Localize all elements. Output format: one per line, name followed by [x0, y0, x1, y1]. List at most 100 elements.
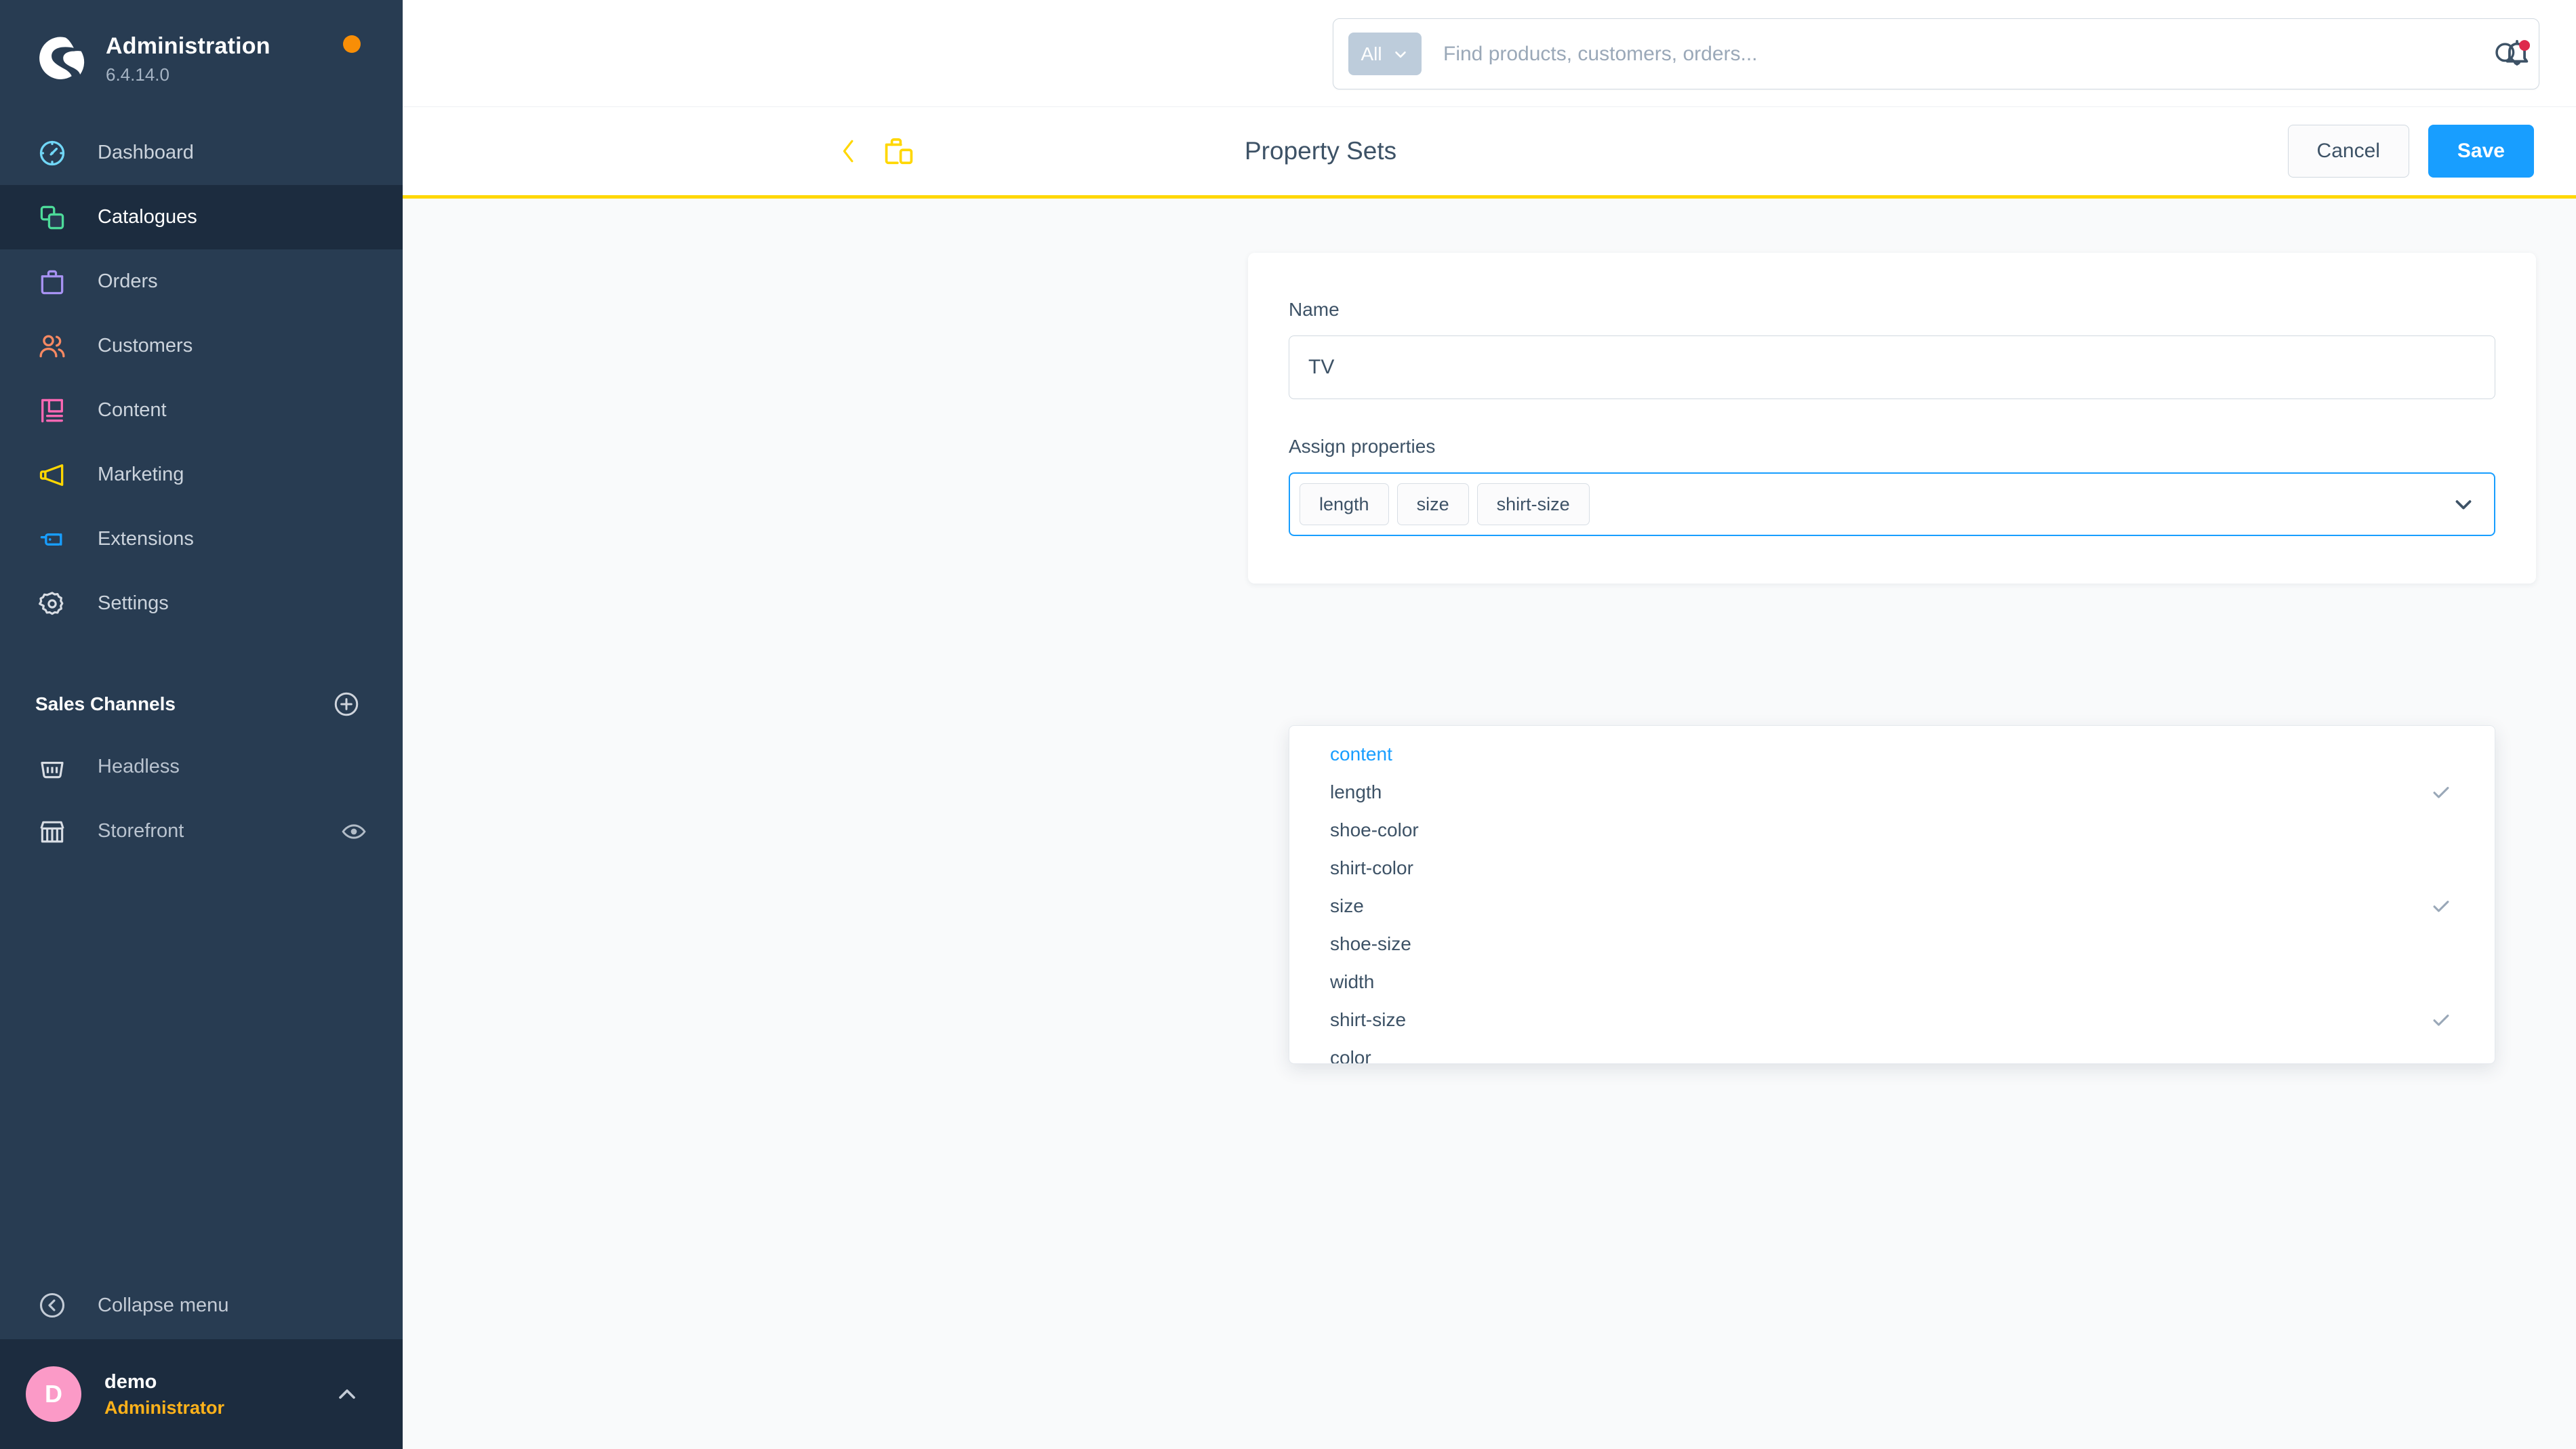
- sidebar-item-content[interactable]: Content: [0, 378, 403, 443]
- dropdown-option-label: shirt-color: [1330, 857, 1413, 878]
- smart-bar: Property Sets Cancel Save: [403, 107, 2576, 199]
- content-icon: [35, 394, 69, 428]
- property-set-card: Name Assign properties length size shirt…: [1248, 253, 2536, 584]
- name-input[interactable]: [1289, 335, 2495, 399]
- collapse-chevron-left-circle-icon: [35, 1288, 69, 1322]
- back-chevron-left-icon[interactable]: [835, 136, 862, 167]
- extensions-icon: [35, 523, 69, 556]
- add-sales-channel-icon[interactable]: [332, 690, 361, 718]
- search-box[interactable]: All: [1333, 18, 2539, 89]
- dropdown-option-color[interactable]: color: [1289, 1039, 2495, 1064]
- sidebar-header: Administration 6.4.14.0: [0, 0, 403, 108]
- sales-channel-headless[interactable]: Headless: [0, 735, 403, 799]
- catalogues-icon: [35, 201, 69, 234]
- sales-channel-label: Headless: [98, 756, 180, 777]
- selected-tag[interactable]: shirt-size: [1476, 483, 1590, 525]
- sales-channel-storefront[interactable]: Storefront: [0, 799, 403, 863]
- sidebar-item-label: Extensions: [98, 528, 194, 550]
- sidebar-item-label: Orders: [98, 270, 158, 292]
- shopware-logo-icon: [33, 31, 85, 84]
- chevron-down-icon[interactable]: [2451, 491, 2476, 517]
- sidebar-item-orders[interactable]: Orders: [0, 249, 403, 314]
- collapse-menu-button[interactable]: Collapse menu: [0, 1271, 403, 1339]
- search-scope-label: All: [1361, 43, 1382, 64]
- user-profile-menu[interactable]: D demo Administrator: [0, 1339, 403, 1449]
- sidebar-item-label: Content: [98, 399, 167, 421]
- dropdown-option-label: shoe-size: [1330, 933, 1411, 954]
- collapse-menu-label: Collapse menu: [98, 1294, 229, 1316]
- sidebar-item-label: Dashboard: [98, 142, 194, 163]
- sidebar: Administration 6.4.14.0 Dashboard Catalo…: [0, 0, 403, 1449]
- chevron-up-icon[interactable]: [334, 1381, 361, 1408]
- chevron-down-icon: [1392, 45, 1409, 63]
- dropdown-option-label: content: [1330, 743, 1392, 764]
- orders-icon: [35, 265, 69, 299]
- sales-channel-label: Storefront: [98, 820, 184, 842]
- sidebar-nav: Dashboard Catalogues Orders Customers Co…: [0, 121, 403, 636]
- dropdown-option-shirt-size[interactable]: shirt-size: [1289, 1001, 2495, 1039]
- user-meta: demo Administrator: [104, 1370, 334, 1418]
- dropdown-option-size[interactable]: size: [1289, 887, 2495, 925]
- dropdown-option-label: length: [1330, 781, 1382, 802]
- products-icon[interactable]: [881, 134, 917, 169]
- dropdown-options-list: content length shoe-color shirt-color si…: [1289, 726, 2495, 1064]
- global-search: All: [1333, 18, 2539, 89]
- app-root: Administration 6.4.14.0 Dashboard Catalo…: [0, 0, 2576, 1449]
- check-icon: [2430, 781, 2453, 804]
- dropdown-option-shirt-color[interactable]: shirt-color: [1289, 849, 2495, 887]
- customers-icon: [35, 329, 69, 363]
- notifications-bell-icon[interactable]: [2496, 33, 2538, 75]
- check-icon: [2430, 895, 2453, 918]
- dropdown-option-label: size: [1330, 895, 1364, 916]
- dropdown-option-label: width: [1330, 971, 1375, 992]
- cancel-button[interactable]: Cancel: [2287, 125, 2409, 178]
- smart-bar-back-group: [403, 134, 917, 169]
- assign-properties-label: Assign properties: [1289, 436, 1436, 457]
- sales-channels-title: Sales Channels: [35, 693, 176, 714]
- dashboard-icon: [35, 136, 69, 170]
- sidebar-item-catalogues[interactable]: Catalogues: [0, 185, 403, 249]
- main-area: All Find products, customers, orders... …: [403, 0, 2576, 1449]
- sales-channels-header: Sales Channels: [0, 674, 403, 735]
- eye-icon[interactable]: [340, 818, 367, 845]
- sidebar-item-label: Settings: [98, 592, 169, 614]
- settings-gear-icon: [35, 587, 69, 621]
- sidebar-item-label: Marketing: [98, 464, 184, 485]
- sidebar-brand: Administration 6.4.14.0: [106, 28, 270, 85]
- dropdown-option-shoe-color[interactable]: shoe-color: [1289, 811, 2495, 849]
- sidebar-item-customers[interactable]: Customers: [0, 314, 403, 378]
- marketing-icon: [35, 458, 69, 492]
- dropdown-option-label: shoe-color: [1330, 819, 1419, 840]
- sidebar-item-label: Customers: [98, 335, 193, 356]
- topbar: All: [403, 0, 2576, 107]
- dropdown-option-label: color: [1330, 1047, 1371, 1064]
- name-field-block: Name: [1289, 299, 2495, 399]
- search-input[interactable]: [1443, 42, 2491, 66]
- sidebar-item-label: Catalogues: [98, 206, 197, 228]
- selected-tag[interactable]: size: [1396, 483, 1469, 525]
- properties-dropdown[interactable]: content length shoe-color shirt-color si…: [1289, 725, 2495, 1064]
- assign-properties-block: Assign properties length size shirt-size: [1289, 436, 2495, 536]
- name-label: Name: [1289, 299, 1340, 320]
- dropdown-option-length[interactable]: length: [1289, 773, 2495, 811]
- sidebar-item-marketing[interactable]: Marketing: [0, 443, 403, 507]
- search-scope-select[interactable]: All: [1348, 33, 1422, 75]
- update-available-dot[interactable]: [343, 35, 361, 53]
- user-name: demo: [104, 1371, 157, 1393]
- assign-properties-multiselect[interactable]: length size shirt-size: [1289, 472, 2495, 536]
- check-icon: [2430, 1008, 2453, 1032]
- smart-bar-actions: Cancel Save: [2287, 125, 2534, 178]
- user-role: Administrator: [104, 1397, 225, 1418]
- save-button[interactable]: Save: [2428, 125, 2534, 178]
- content-area: Name Assign properties length size shirt…: [403, 199, 2576, 1446]
- sidebar-item-extensions[interactable]: Extensions: [0, 507, 403, 571]
- sidebar-item-dashboard[interactable]: Dashboard: [0, 121, 403, 185]
- sidebar-item-settings[interactable]: Settings: [0, 571, 403, 636]
- selected-tag[interactable]: length: [1300, 483, 1389, 525]
- storefront-icon: [35, 815, 69, 849]
- dropdown-option-width[interactable]: width: [1289, 963, 2495, 1001]
- dropdown-option-label: shirt-size: [1330, 1009, 1407, 1030]
- dropdown-option-content[interactable]: content: [1289, 735, 2495, 773]
- dropdown-option-shoe-size[interactable]: shoe-size: [1289, 925, 2495, 963]
